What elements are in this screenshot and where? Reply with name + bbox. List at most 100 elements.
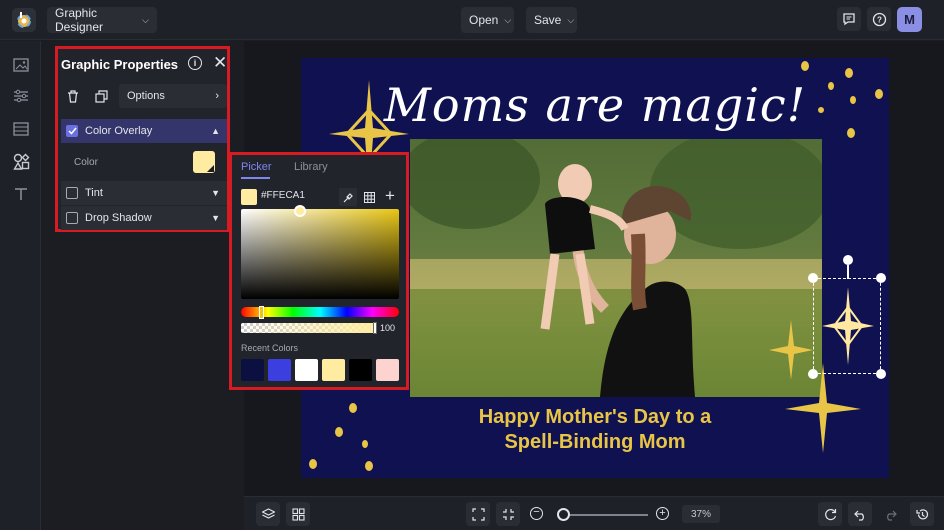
zoom-value[interactable]: 37% bbox=[682, 505, 720, 523]
resize-handle[interactable] bbox=[808, 273, 818, 283]
options-label: Options bbox=[127, 90, 165, 102]
mode-dropdown[interactable]: Graphic Designer ⌵ bbox=[47, 6, 157, 34]
tint-checkbox[interactable] bbox=[66, 187, 78, 199]
grid-view-button[interactable] bbox=[286, 502, 310, 526]
shrink-button[interactable] bbox=[496, 502, 520, 526]
chevron-down-icon: ⌵ bbox=[142, 14, 149, 25]
rotate-handle[interactable] bbox=[843, 255, 853, 265]
drop-shadow-checkbox[interactable] bbox=[66, 212, 78, 224]
tab-library[interactable]: Library bbox=[294, 161, 328, 173]
image-icon[interactable] bbox=[11, 55, 31, 75]
zoom-out-icon[interactable]: − bbox=[530, 507, 543, 520]
layers-icon bbox=[261, 507, 275, 519]
color-picker-popup: Picker Library #FFECA1 + 100 Recent Colo… bbox=[229, 152, 409, 390]
undo-button[interactable] bbox=[848, 502, 872, 526]
design-caption-line2[interactable]: Spell-Binding Mom bbox=[301, 431, 889, 454]
expand-icon bbox=[471, 507, 485, 521]
recent-color-swatch[interactable] bbox=[322, 359, 345, 381]
eyedropper-button[interactable] bbox=[339, 188, 357, 206]
undo-icon bbox=[853, 510, 864, 521]
drop-shadow-label: Drop Shadow bbox=[85, 212, 152, 224]
comments-button[interactable] bbox=[837, 7, 861, 31]
photo-mother-child[interactable] bbox=[400, 129, 830, 397]
grid-view-icon bbox=[291, 507, 305, 521]
layout-icon[interactable] bbox=[11, 119, 31, 139]
zoom-in-icon[interactable]: + bbox=[656, 507, 669, 520]
recent-colors-label: Recent Colors bbox=[241, 343, 299, 353]
tint-row[interactable]: Tint ▼ bbox=[61, 181, 227, 205]
resize-handle[interactable] bbox=[876, 369, 886, 379]
shrink-icon bbox=[502, 508, 514, 520]
refresh-icon bbox=[824, 508, 836, 520]
info-icon[interactable]: i bbox=[188, 56, 202, 70]
duplicate-button[interactable] bbox=[89, 84, 113, 108]
grid-button[interactable] bbox=[360, 188, 378, 206]
color-swatch-button[interactable] bbox=[193, 151, 215, 173]
options-button[interactable]: Options › bbox=[119, 84, 227, 108]
redo-icon bbox=[886, 510, 897, 521]
alpha-slider[interactable] bbox=[241, 323, 377, 333]
tab-picker[interactable]: Picker bbox=[241, 161, 272, 173]
mode-label: Graphic Designer bbox=[55, 6, 104, 34]
close-icon[interactable]: ✕ bbox=[213, 53, 227, 73]
color-overlay-checkbox[interactable] bbox=[66, 125, 78, 137]
save-button[interactable]: Save ⌵ bbox=[526, 7, 577, 33]
panel-title: Graphic Properties bbox=[61, 57, 179, 72]
color-overlay-row[interactable]: Color Overlay ▲ bbox=[61, 119, 227, 143]
delete-button[interactable] bbox=[61, 84, 85, 108]
left-toolbar bbox=[0, 41, 41, 530]
add-color-button[interactable]: + bbox=[381, 186, 399, 206]
text-icon[interactable] bbox=[11, 184, 31, 204]
hex-input[interactable]: #FFECA1 bbox=[261, 190, 331, 205]
resize-handle[interactable] bbox=[808, 369, 818, 379]
tab-underline bbox=[241, 177, 270, 179]
alpha-slider-knob[interactable] bbox=[373, 322, 377, 334]
sv-picker-knob[interactable] bbox=[294, 205, 306, 217]
user-avatar[interactable]: M bbox=[897, 7, 922, 32]
fit-screen-button[interactable] bbox=[466, 502, 490, 526]
zoom-slider-knob[interactable] bbox=[557, 508, 570, 521]
design-caption-line1[interactable]: Happy Mother's Day to a bbox=[301, 406, 889, 429]
chevron-down-icon: ▼ bbox=[211, 188, 220, 198]
adjustments-icon[interactable] bbox=[11, 86, 31, 106]
grid-icon bbox=[363, 191, 375, 203]
tint-label: Tint bbox=[85, 187, 103, 199]
eyedropper-icon bbox=[343, 192, 353, 202]
recent-color-swatch[interactable] bbox=[295, 359, 318, 381]
history-icon bbox=[915, 508, 928, 519]
hue-slider-knob[interactable] bbox=[259, 306, 264, 319]
open-label: Open bbox=[469, 13, 499, 27]
color-setting-row: Color bbox=[61, 146, 227, 178]
app-logo-icon[interactable] bbox=[12, 8, 36, 32]
saturation-value-area[interactable] bbox=[241, 209, 399, 299]
help-icon: ? bbox=[872, 12, 886, 26]
history-button[interactable] bbox=[910, 502, 934, 526]
svg-text:?: ? bbox=[877, 15, 882, 24]
hue-slider[interactable] bbox=[241, 307, 399, 317]
recent-color-swatch[interactable] bbox=[241, 359, 264, 381]
current-color-swatch bbox=[241, 189, 257, 205]
layers-button[interactable] bbox=[256, 502, 280, 526]
resize-handle[interactable] bbox=[876, 273, 886, 283]
selected-star-graphic[interactable] bbox=[808, 255, 886, 379]
graphics-icon[interactable] bbox=[11, 151, 31, 171]
recent-color-swatch[interactable] bbox=[268, 359, 291, 381]
chevron-up-icon: ▲ bbox=[211, 126, 220, 136]
recent-color-swatch[interactable] bbox=[349, 359, 372, 381]
recent-color-swatch[interactable] bbox=[376, 359, 399, 381]
chat-icon bbox=[843, 13, 855, 26]
duplicate-icon bbox=[94, 89, 108, 103]
save-label: Save bbox=[534, 13, 562, 27]
alpha-value[interactable]: 100 bbox=[380, 323, 395, 333]
chevron-right-icon: › bbox=[215, 90, 219, 102]
redo-button[interactable] bbox=[878, 502, 902, 526]
trash-icon bbox=[68, 89, 78, 103]
chevron-down-icon: ▼ bbox=[211, 213, 220, 223]
graphic-properties-panel: Graphic Properties i ✕ Options › Color O… bbox=[55, 46, 230, 232]
zoom-slider-track[interactable] bbox=[560, 514, 648, 516]
open-button[interactable]: Open ⌵ bbox=[461, 7, 514, 33]
help-button[interactable]: ? bbox=[867, 7, 891, 31]
refresh-button[interactable] bbox=[818, 502, 842, 526]
drop-shadow-row[interactable]: Drop Shadow ▼ bbox=[61, 206, 227, 230]
gold-dots-decoration bbox=[801, 61, 883, 138]
